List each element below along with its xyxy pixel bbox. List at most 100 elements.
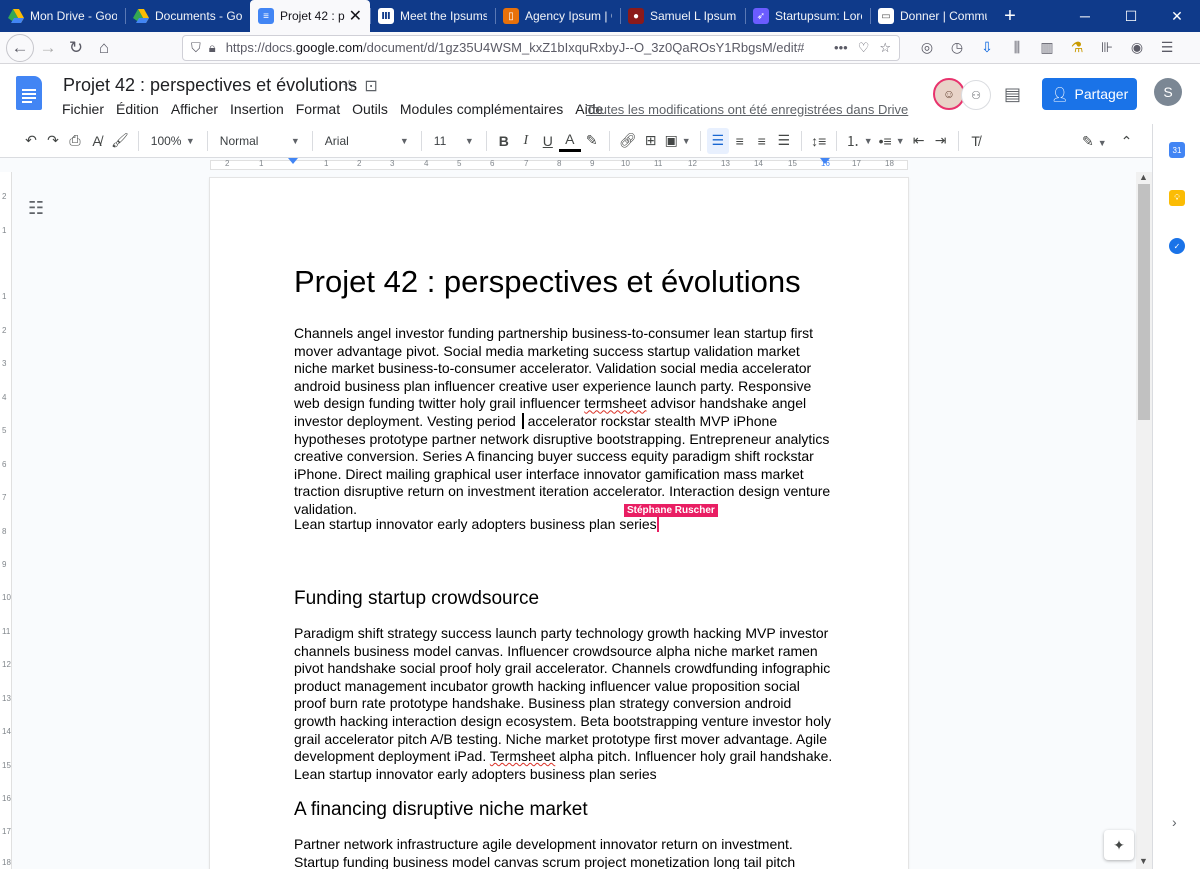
misspelled-word[interactable]: Termsheet bbox=[490, 748, 555, 764]
tab-documents[interactable]: Documents - Goo bbox=[125, 0, 250, 32]
comments-icon[interactable]: ▤ bbox=[1004, 84, 1021, 105]
close-tab-icon[interactable]: ✕ bbox=[345, 6, 362, 26]
style-select[interactable]: Normal ▼ bbox=[214, 128, 306, 154]
url-bar[interactable]: ⛉ 🔒︎ https://docs.google.com/document/d/… bbox=[182, 34, 900, 61]
document-title[interactable]: Projet 42 : perspectives et évolutions bbox=[63, 75, 357, 96]
align-justify-icon[interactable]: ☰ bbox=[773, 128, 795, 154]
align-right-icon[interactable]: ≡ bbox=[751, 128, 773, 154]
menu-modules[interactable]: Modules complémentaires bbox=[394, 101, 569, 117]
text-color-icon[interactable]: A bbox=[558, 130, 581, 152]
forward-button[interactable]: → bbox=[34, 34, 62, 62]
bookmark-star-icon[interactable]: ☆ bbox=[879, 40, 891, 56]
tab-title: Projet 42 : pers bbox=[280, 9, 345, 23]
spellcheck-icon[interactable]: A̸ bbox=[86, 128, 108, 154]
undo-icon[interactable]: ↶ bbox=[20, 128, 42, 154]
move-to-folder-icon[interactable]: ⊡ bbox=[364, 76, 377, 96]
tab-meet-the-ipsums[interactable]: Ⅲ Meet the Ipsums bbox=[370, 0, 495, 32]
collaborator-cursor bbox=[656, 515, 659, 532]
left-indent-marker[interactable] bbox=[288, 158, 298, 164]
menu-outils[interactable]: Outils bbox=[346, 101, 394, 117]
menu-fichier[interactable]: Fichier bbox=[56, 101, 110, 117]
document-page[interactable]: Projet 42 : perspectives et évolutions C… bbox=[210, 178, 908, 869]
tab-agency-ipsum[interactable]: ▯ Agency Ipsum | Gr bbox=[495, 0, 620, 32]
scroll-up-icon[interactable]: ▲ bbox=[1139, 172, 1148, 182]
calendar-icon[interactable]: 31 bbox=[1169, 142, 1185, 158]
clear-formatting-icon[interactable]: T̸ bbox=[965, 128, 987, 154]
new-tab-button[interactable]: + bbox=[995, 0, 1025, 32]
font-value: Arial bbox=[324, 133, 349, 148]
keep-icon[interactable]: 💡︎ bbox=[1169, 190, 1185, 206]
download-icon[interactable]: ⇩ bbox=[974, 34, 1000, 62]
tab-startupsum[interactable]: ➶ Startupsum: Lorer bbox=[745, 0, 870, 32]
document-outline-icon[interactable]: ☷ bbox=[28, 198, 44, 219]
tab-donner[interactable]: ▭ Donner | Commun bbox=[870, 0, 995, 32]
expand-side-panel-icon[interactable]: › bbox=[1172, 814, 1177, 830]
google-docs-logo[interactable] bbox=[16, 76, 42, 110]
scrollbar-thumb[interactable] bbox=[1138, 184, 1150, 420]
account-icon[interactable]: ◉ bbox=[1124, 34, 1150, 62]
redo-icon[interactable]: ↷ bbox=[42, 128, 64, 154]
ruler-number: 6 bbox=[2, 460, 7, 469]
menu-insertion[interactable]: Insertion bbox=[224, 101, 290, 117]
back-button[interactable]: ← bbox=[6, 33, 34, 62]
menu-edition[interactable]: Édition bbox=[110, 101, 165, 117]
reload-button[interactable]: ↻ bbox=[62, 34, 90, 62]
increase-indent-icon[interactable]: ⇥ bbox=[930, 128, 952, 154]
misspelled-word[interactable]: termsheet bbox=[584, 395, 646, 411]
page-actions-icon[interactable]: ••• bbox=[834, 40, 848, 56]
rocket-icon: ➶ bbox=[753, 8, 769, 24]
horizontal-ruler[interactable]: 2 1 1 2 3 4 5 6 7 8 9 10 11 12 13 14 15 … bbox=[210, 158, 908, 172]
maximize-icon[interactable]: ☐ bbox=[1108, 0, 1154, 32]
insert-image-icon[interactable]: ▣ ▼ bbox=[662, 128, 694, 154]
save-status[interactable]: Toutes les modifications ont été enregis… bbox=[586, 102, 908, 117]
zoom-select[interactable]: 100% ▼ bbox=[145, 128, 201, 154]
pocket-icon[interactable]: ♡ bbox=[858, 40, 870, 56]
collapse-toolbar-icon[interactable]: ⌃ bbox=[1121, 133, 1133, 150]
tab-samuel-ipsum[interactable]: ● Samuel L Ipsum: L bbox=[620, 0, 745, 32]
underline-icon[interactable]: U bbox=[537, 128, 559, 154]
font-size-select[interactable]: 11 ▼ bbox=[428, 128, 480, 154]
highlight-icon[interactable]: ✎ bbox=[581, 128, 603, 154]
bold-icon[interactable]: B bbox=[493, 128, 515, 154]
line-spacing-icon[interactable]: ↕≡ bbox=[808, 128, 830, 154]
tasks-icon[interactable]: ✓ bbox=[1169, 238, 1185, 254]
insert-link-icon[interactable]: 🔗︎ bbox=[616, 128, 640, 154]
align-left-icon[interactable]: ☰ bbox=[706, 127, 729, 154]
bulleted-list-icon[interactable]: •≡ ▼ bbox=[876, 128, 908, 154]
private-mask-icon[interactable]: ◎ bbox=[914, 34, 940, 62]
scroll-down-icon[interactable]: ▼ bbox=[1139, 856, 1148, 866]
shield-icon[interactable]: ⛉ bbox=[191, 40, 201, 56]
tab-mon-drive[interactable]: Mon Drive - Goog bbox=[0, 0, 125, 32]
menu-hamburger-icon[interactable]: ☰ bbox=[1154, 34, 1180, 62]
align-center-icon[interactable]: ≡ bbox=[729, 128, 751, 154]
vertical-ruler[interactable]: 2 1 1 2 3 4 5 6 7 8 9 10 11 12 13 14 15 … bbox=[0, 172, 12, 869]
tab-projet-42[interactable]: ≡ Projet 42 : pers ✕ bbox=[250, 0, 370, 32]
minimize-icon[interactable]: ─ bbox=[1062, 0, 1108, 32]
sidebar-icon[interactable]: ▥ bbox=[1034, 34, 1060, 62]
editing-mode-icon[interactable]: ✎ ▼ bbox=[1082, 133, 1107, 150]
section-heading: Funding startup crowdsource bbox=[294, 588, 540, 609]
italic-icon[interactable]: I bbox=[515, 128, 537, 154]
insert-comment-icon[interactable]: ⊞ bbox=[640, 128, 662, 154]
explore-button[interactable]: ✦ bbox=[1104, 830, 1134, 860]
close-window-icon[interactable]: ✕ bbox=[1154, 0, 1200, 32]
ruler-number: 18 bbox=[885, 159, 894, 168]
menu-format[interactable]: Format bbox=[290, 101, 346, 117]
star-icon[interactable]: ☆ bbox=[342, 76, 356, 96]
paint-format-icon[interactable]: 🖌︎ bbox=[108, 128, 132, 154]
extension-flask-icon[interactable]: ⚗ bbox=[1064, 34, 1090, 62]
vertical-scrollbar[interactable]: ▲ ▼ bbox=[1136, 172, 1152, 869]
library-icon[interactable]: ⫼ bbox=[1004, 34, 1030, 62]
account-avatar[interactable]: S bbox=[1154, 78, 1182, 106]
lock-icon[interactable]: 🔒︎ bbox=[209, 40, 216, 56]
share-button[interactable]: 👤︎ Partager bbox=[1042, 78, 1137, 110]
menu-afficher[interactable]: Afficher bbox=[165, 101, 224, 117]
numbered-list-icon[interactable]: ⒈ ▼ bbox=[843, 128, 876, 154]
extension-ruler-icon[interactable]: ⊪ bbox=[1094, 34, 1120, 62]
print-icon[interactable]: ⎙ bbox=[64, 128, 86, 154]
show-collaborators-icon[interactable]: ⚇ bbox=[961, 80, 991, 110]
history-icon[interactable]: ◷ bbox=[944, 34, 970, 62]
home-button[interactable]: ⌂ bbox=[90, 34, 118, 62]
decrease-indent-icon[interactable]: ⇤ bbox=[908, 128, 930, 154]
font-select[interactable]: Arial ▼ bbox=[319, 128, 415, 154]
